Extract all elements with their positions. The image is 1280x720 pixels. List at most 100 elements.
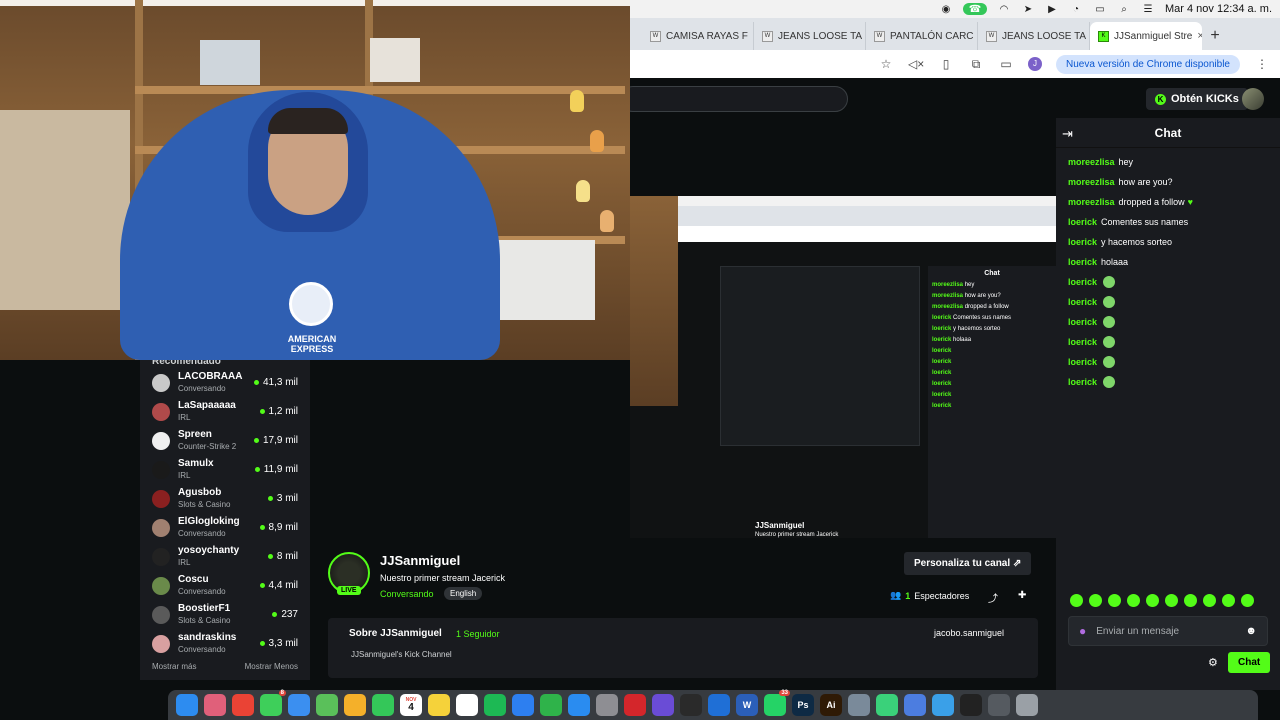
sidebar-channel-item[interactable]: Spreen Counter-Strike 2 17,9 mil <box>140 426 310 455</box>
emote-icon[interactable] <box>1165 594 1178 607</box>
spotify-icon[interactable] <box>484 694 506 716</box>
word-icon[interactable]: W <box>736 694 758 716</box>
customize-channel-button[interactable]: Personaliza tu canal ⇗ <box>904 552 1032 575</box>
sidebar-channel-item[interactable]: ElGlogloking Conversando 8,9 mil <box>140 513 310 542</box>
photos-icon[interactable] <box>344 694 366 716</box>
sidebar-channel-item[interactable]: sandraskins Conversando 3,3 mil <box>140 629 310 658</box>
pointer-icon[interactable]: ➤ <box>1021 3 1035 15</box>
chat-username[interactable]: loerick <box>1068 332 1097 352</box>
sidebar-channel-item[interactable]: LACOBRAAA Conversando 41,3 mil <box>140 368 310 397</box>
adobe-icon[interactable]: ◉ <box>939 3 953 15</box>
chat-username[interactable]: loerick <box>1068 252 1097 272</box>
play-icon[interactable]: ▶ <box>1045 3 1059 15</box>
emote-icon[interactable] <box>1070 594 1083 607</box>
emote-icon[interactable] <box>1127 594 1140 607</box>
screen-icon[interactable] <box>904 694 926 716</box>
mail-icon[interactable] <box>288 694 310 716</box>
add-user-icon[interactable]: ✚ <box>1018 590 1026 601</box>
recorder-icon[interactable] <box>876 694 898 716</box>
chat-message-input[interactable]: ● Enviar un mensaje ☻ <box>1068 616 1268 646</box>
terminal-icon[interactable] <box>960 694 982 716</box>
instagram-link[interactable]: jacobo.sanmiguel <box>934 628 1004 638</box>
chat-send-button[interactable]: Chat <box>1228 652 1271 673</box>
messages-icon[interactable]: 8 <box>260 690 286 716</box>
phone-icon[interactable]: ☎ <box>963 3 987 15</box>
bookmark-star-icon[interactable]: ☆ <box>878 57 894 71</box>
chat-username[interactable]: moreezlisa <box>1068 192 1115 212</box>
downloads-icon[interactable] <box>988 694 1010 716</box>
notes-icon[interactable] <box>428 694 450 716</box>
finder-icon[interactable] <box>176 694 198 716</box>
share-icon[interactable]: ⤴ <box>988 590 998 605</box>
calendar-icon[interactable]: NOV 4 <box>400 694 422 716</box>
chrome-icon[interactable] <box>232 694 254 716</box>
browser-tab[interactable]: W CAMISA RAYAS F × <box>642 22 754 50</box>
sidebar-channel-item[interactable]: Samulx IRL 11,9 mil <box>140 455 310 484</box>
panel-icon[interactable]: ▭ <box>998 57 1014 71</box>
xcode-icon[interactable] <box>708 694 730 716</box>
appstore-icon[interactable] <box>568 694 590 716</box>
stream-language-tag[interactable]: English <box>444 587 483 600</box>
timer-icon[interactable]: ◔ <box>1069 3 1083 15</box>
extensions-icon[interactable]: ⧉ <box>968 57 984 72</box>
get-kicks-button[interactable]: K Obtén KICKs <box>1146 88 1248 110</box>
chat-username[interactable]: loerick <box>1068 312 1097 332</box>
emote-icon[interactable] <box>1108 594 1121 607</box>
sidepanel-icon[interactable]: ▯ <box>938 57 954 71</box>
chat-username[interactable]: loerick <box>1068 272 1097 292</box>
chat-username[interactable]: loerick <box>1068 232 1097 252</box>
settings-icon[interactable] <box>596 694 618 716</box>
whatsapp-icon[interactable]: 33 <box>764 690 790 716</box>
emote-icon[interactable] <box>1222 594 1235 607</box>
profile-avatar[interactable]: J <box>1028 57 1043 71</box>
obs-icon[interactable] <box>680 694 702 716</box>
browser-tab[interactable]: W PANTALÓN CARC × <box>866 22 978 50</box>
browser-tab[interactable]: W JEANS LOOSE TA × <box>754 22 866 50</box>
facetime-icon[interactable] <box>372 694 394 716</box>
sidebar-channel-item[interactable]: BoostierF1 Slots & Casino 237 <box>140 600 310 629</box>
chat-username[interactable]: loerick <box>1068 212 1097 232</box>
mute-icon[interactable]: ◁× <box>908 57 924 71</box>
stream-category[interactable]: Conversando <box>380 589 434 599</box>
more-menu-icon[interactable]: ⋮ <box>1254 57 1270 71</box>
show-more-link[interactable]: Mostrar más <box>152 662 196 671</box>
emote-icon[interactable] <box>1146 594 1159 607</box>
search-icon[interactable]: ⌕ <box>1117 3 1131 15</box>
menubar-clock[interactable]: Mar 4 nov 12:34 a. m. <box>1165 3 1272 15</box>
preview-icon[interactable] <box>848 694 870 716</box>
weather-icon[interactable] <box>932 694 954 716</box>
show-less-link[interactable]: Mostrar Menos <box>245 662 298 671</box>
chat-username[interactable]: moreezlisa <box>1068 152 1115 172</box>
freeform-icon[interactable] <box>456 694 478 716</box>
emote-icon[interactable] <box>1203 594 1216 607</box>
new-tab-button[interactable]: + <box>1202 22 1228 50</box>
wifi-icon[interactable]: ◠ <box>997 3 1011 15</box>
trash-icon[interactable] <box>1016 694 1038 716</box>
photoshop-icon[interactable]: Ps <box>792 694 814 716</box>
emoji-icon[interactable]: ☻ <box>1245 625 1257 637</box>
illustrator-icon[interactable]: Ai <box>820 694 842 716</box>
control-center-icon[interactable]: ☰ <box>1141 3 1155 15</box>
chat-username[interactable]: moreezlisa <box>1068 172 1115 192</box>
numbers-icon[interactable] <box>540 694 562 716</box>
microphone-icon[interactable]: ● <box>1079 624 1086 638</box>
browser-tab-active[interactable]: K JJSanmiguel Stre × <box>1090 22 1202 50</box>
sidebar-channel-item[interactable]: Agusbob Slots & Casino 3 mil <box>140 484 310 513</box>
user-avatar[interactable] <box>1242 88 1264 110</box>
chat-username[interactable]: loerick <box>1068 352 1097 372</box>
battery-icon[interactable]: ▭ <box>1093 3 1107 15</box>
acrobat-icon[interactable] <box>624 694 646 716</box>
emote-icon[interactable] <box>1184 594 1197 607</box>
chat-username[interactable]: loerick <box>1068 292 1097 312</box>
kick-search-input[interactable] <box>620 86 848 112</box>
chrome-update-button[interactable]: Nueva versión de Chrome disponible <box>1056 54 1240 74</box>
browser-tab[interactable]: W JEANS LOOSE TA × <box>978 22 1090 50</box>
emote-icon[interactable] <box>1241 594 1254 607</box>
sidebar-channel-item[interactable]: yosoychanty IRL 8 mil <box>140 542 310 571</box>
chat-username[interactable]: loerick <box>1068 372 1097 392</box>
sidebar-channel-item[interactable]: LaSapaaaaa IRL 1,2 mil <box>140 397 310 426</box>
maps-icon[interactable] <box>316 694 338 716</box>
channel-name[interactable]: JJSanmiguel <box>380 553 460 568</box>
collapse-chat-icon[interactable]: ⇥ <box>1062 126 1073 142</box>
launchpad-icon[interactable] <box>204 694 226 716</box>
